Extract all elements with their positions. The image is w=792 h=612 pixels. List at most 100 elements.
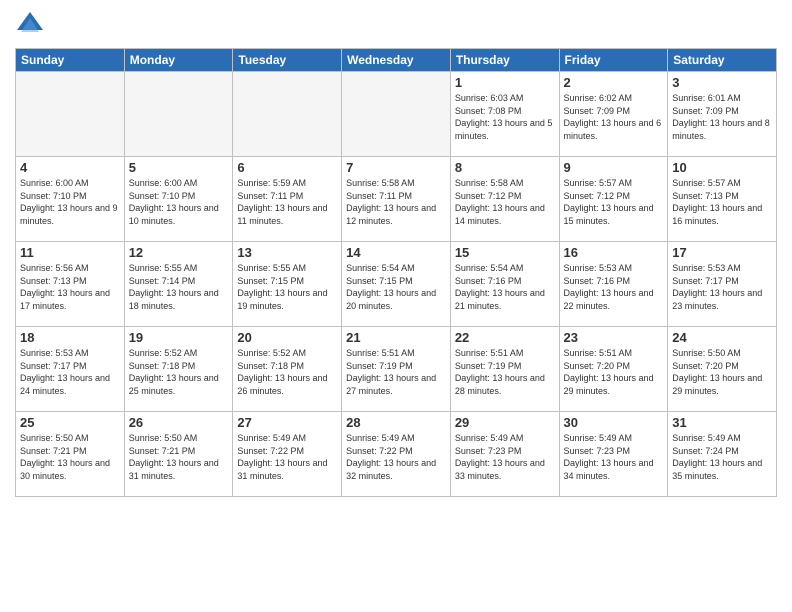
day-info: Sunrise: 5:58 AM Sunset: 7:11 PM Dayligh… xyxy=(346,177,446,227)
calendar-week-row: 4Sunrise: 6:00 AM Sunset: 7:10 PM Daylig… xyxy=(16,157,777,242)
calendar-cell: 18Sunrise: 5:53 AM Sunset: 7:17 PM Dayli… xyxy=(16,327,125,412)
day-number: 25 xyxy=(20,415,120,430)
day-info: Sunrise: 5:54 AM Sunset: 7:15 PM Dayligh… xyxy=(346,262,446,312)
calendar-cell xyxy=(342,72,451,157)
calendar-cell: 3 Sunrise: 6:01 AM Sunset: 7:09 PM Daylig… xyxy=(668,72,777,157)
calendar-cell: 26 Sunrise: 5:50 AM Sunset: 7:21 PM Dayli… xyxy=(124,412,233,497)
weekday-header: Monday xyxy=(124,49,233,72)
calendar-cell: 20 Sunrise: 5:52 AM Sunset: 7:18 PM Dayli… xyxy=(233,327,342,412)
day-info: Sunrise: 6:01 AM Sunset: 7:09 PM Dayligh… xyxy=(672,92,772,142)
calendar-week-row: 25 Sunrise: 5:50 AM Sunset: 7:21 PM Dayli… xyxy=(16,412,777,497)
day-number: 24 xyxy=(672,330,772,345)
day-number: 2 xyxy=(564,75,664,90)
calendar-week-row: 1 Sunrise: 6:03 AM Sunset: 7:08 PM Daylig… xyxy=(16,72,777,157)
calendar-cell xyxy=(233,72,342,157)
day-number: 1 xyxy=(455,75,555,90)
day-number: 28 xyxy=(346,415,446,430)
day-info: Sunrise: 5:58 AM Sunset: 7:12 PM Dayligh… xyxy=(455,177,555,227)
weekday-header: Saturday xyxy=(668,49,777,72)
calendar-cell: 8Sunrise: 5:58 AM Sunset: 7:12 PM Daylig… xyxy=(450,157,559,242)
day-info: Sunrise: 5:57 AM Sunset: 7:12 PM Dayligh… xyxy=(564,177,664,227)
day-number: 26 xyxy=(129,415,229,430)
calendar-cell: 2 Sunrise: 6:02 AM Sunset: 7:09 PM Daylig… xyxy=(559,72,668,157)
weekday-header: Tuesday xyxy=(233,49,342,72)
day-number: 17 xyxy=(672,245,772,260)
calendar-week-row: 11 Sunrise: 5:56 AM Sunset: 7:13 PM Dayli… xyxy=(16,242,777,327)
calendar-cell: 19Sunrise: 5:52 AM Sunset: 7:18 PM Dayli… xyxy=(124,327,233,412)
day-number: 16 xyxy=(564,245,664,260)
day-number: 3 xyxy=(672,75,772,90)
day-number: 14 xyxy=(346,245,446,260)
day-number: 29 xyxy=(455,415,555,430)
day-info: Sunrise: 5:50 AM Sunset: 7:21 PM Dayligh… xyxy=(20,432,120,482)
calendar-cell: 6 Sunrise: 5:59 AM Sunset: 7:11 PM Daylig… xyxy=(233,157,342,242)
day-info: Sunrise: 6:00 AM Sunset: 7:10 PM Dayligh… xyxy=(20,177,120,227)
day-info: Sunrise: 5:57 AM Sunset: 7:13 PM Dayligh… xyxy=(672,177,772,227)
day-number: 22 xyxy=(455,330,555,345)
day-info: Sunrise: 5:49 AM Sunset: 7:23 PM Dayligh… xyxy=(455,432,555,482)
day-info: Sunrise: 5:49 AM Sunset: 7:23 PM Dayligh… xyxy=(564,432,664,482)
day-number: 23 xyxy=(564,330,664,345)
day-info: Sunrise: 5:53 AM Sunset: 7:16 PM Dayligh… xyxy=(564,262,664,312)
day-info: Sunrise: 5:55 AM Sunset: 7:15 PM Dayligh… xyxy=(237,262,337,312)
day-number: 27 xyxy=(237,415,337,430)
calendar-cell: 17 Sunrise: 5:53 AM Sunset: 7:17 PM Dayli… xyxy=(668,242,777,327)
day-info: Sunrise: 6:02 AM Sunset: 7:09 PM Dayligh… xyxy=(564,92,664,142)
calendar-week-row: 18Sunrise: 5:53 AM Sunset: 7:17 PM Dayli… xyxy=(16,327,777,412)
day-info: Sunrise: 5:54 AM Sunset: 7:16 PM Dayligh… xyxy=(455,262,555,312)
header xyxy=(15,10,777,40)
day-number: 19 xyxy=(129,330,229,345)
calendar-cell xyxy=(16,72,125,157)
day-number: 15 xyxy=(455,245,555,260)
day-number: 12 xyxy=(129,245,229,260)
day-number: 18 xyxy=(20,330,120,345)
day-info: Sunrise: 5:50 AM Sunset: 7:21 PM Dayligh… xyxy=(129,432,229,482)
calendar-cell: 7 Sunrise: 5:58 AM Sunset: 7:11 PM Daylig… xyxy=(342,157,451,242)
day-info: Sunrise: 5:52 AM Sunset: 7:18 PM Dayligh… xyxy=(237,347,337,397)
logo xyxy=(15,10,49,40)
calendar-cell: 11 Sunrise: 5:56 AM Sunset: 7:13 PM Dayli… xyxy=(16,242,125,327)
calendar-cell: 28 Sunrise: 5:49 AM Sunset: 7:22 PM Dayli… xyxy=(342,412,451,497)
day-number: 30 xyxy=(564,415,664,430)
day-number: 7 xyxy=(346,160,446,175)
weekday-header: Friday xyxy=(559,49,668,72)
day-info: Sunrise: 5:51 AM Sunset: 7:19 PM Dayligh… xyxy=(455,347,555,397)
day-info: Sunrise: 5:51 AM Sunset: 7:19 PM Dayligh… xyxy=(346,347,446,397)
day-number: 9 xyxy=(564,160,664,175)
day-number: 6 xyxy=(237,160,337,175)
calendar-cell: 21 Sunrise: 5:51 AM Sunset: 7:19 PM Dayli… xyxy=(342,327,451,412)
calendar-cell: 13 Sunrise: 5:55 AM Sunset: 7:15 PM Dayli… xyxy=(233,242,342,327)
weekday-header: Sunday xyxy=(16,49,125,72)
day-info: Sunrise: 5:56 AM Sunset: 7:13 PM Dayligh… xyxy=(20,262,120,312)
day-number: 11 xyxy=(20,245,120,260)
calendar-cell: 24 Sunrise: 5:50 AM Sunset: 7:20 PM Dayli… xyxy=(668,327,777,412)
calendar-cell: 1 Sunrise: 6:03 AM Sunset: 7:08 PM Daylig… xyxy=(450,72,559,157)
calendar-cell: 12 Sunrise: 5:55 AM Sunset: 7:14 PM Dayli… xyxy=(124,242,233,327)
calendar-cell: 23Sunrise: 5:51 AM Sunset: 7:20 PM Dayli… xyxy=(559,327,668,412)
day-info: Sunrise: 5:53 AM Sunset: 7:17 PM Dayligh… xyxy=(672,262,772,312)
page: SundayMondayTuesdayWednesdayThursdayFrid… xyxy=(0,0,792,612)
weekday-header: Thursday xyxy=(450,49,559,72)
calendar-cell: 16 Sunrise: 5:53 AM Sunset: 7:16 PM Dayli… xyxy=(559,242,668,327)
day-info: Sunrise: 5:50 AM Sunset: 7:20 PM Dayligh… xyxy=(672,347,772,397)
calendar-cell: 10Sunrise: 5:57 AM Sunset: 7:13 PM Dayli… xyxy=(668,157,777,242)
day-info: Sunrise: 5:59 AM Sunset: 7:11 PM Dayligh… xyxy=(237,177,337,227)
calendar-cell: 15 Sunrise: 5:54 AM Sunset: 7:16 PM Dayli… xyxy=(450,242,559,327)
calendar-cell: 25 Sunrise: 5:50 AM Sunset: 7:21 PM Dayli… xyxy=(16,412,125,497)
day-number: 13 xyxy=(237,245,337,260)
day-info: Sunrise: 6:00 AM Sunset: 7:10 PM Dayligh… xyxy=(129,177,229,227)
day-info: Sunrise: 5:49 AM Sunset: 7:24 PM Dayligh… xyxy=(672,432,772,482)
weekday-header: Wednesday xyxy=(342,49,451,72)
day-number: 31 xyxy=(672,415,772,430)
calendar-cell: 27Sunrise: 5:49 AM Sunset: 7:22 PM Dayli… xyxy=(233,412,342,497)
logo-icon xyxy=(15,10,45,40)
calendar-cell: 14 Sunrise: 5:54 AM Sunset: 7:15 PM Dayli… xyxy=(342,242,451,327)
day-number: 20 xyxy=(237,330,337,345)
day-number: 5 xyxy=(129,160,229,175)
calendar-cell: 29 Sunrise: 5:49 AM Sunset: 7:23 PM Dayli… xyxy=(450,412,559,497)
day-number: 21 xyxy=(346,330,446,345)
day-info: Sunrise: 6:03 AM Sunset: 7:08 PM Dayligh… xyxy=(455,92,555,142)
day-info: Sunrise: 5:49 AM Sunset: 7:22 PM Dayligh… xyxy=(346,432,446,482)
calendar-header-row: SundayMondayTuesdayWednesdayThursdayFrid… xyxy=(16,49,777,72)
day-info: Sunrise: 5:55 AM Sunset: 7:14 PM Dayligh… xyxy=(129,262,229,312)
